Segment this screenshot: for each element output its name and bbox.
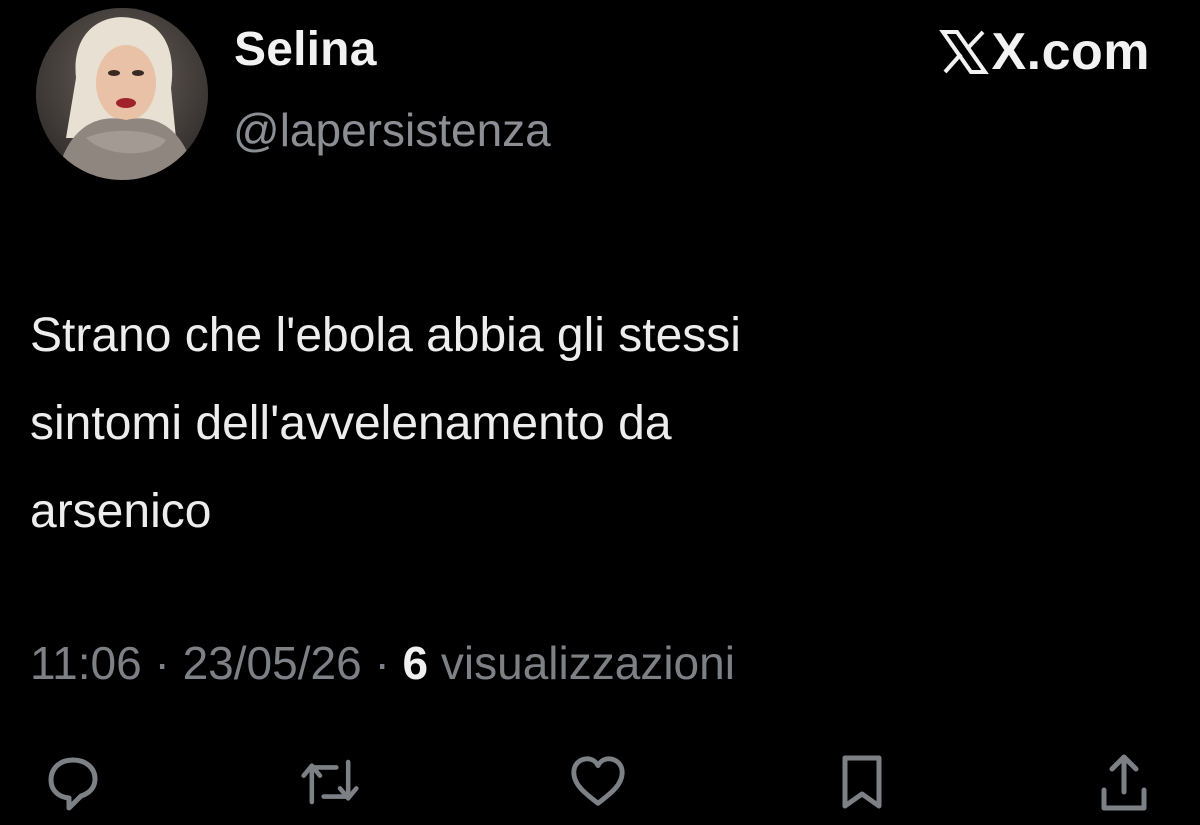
tweet-text: Strano che l'ebola abbia gli stessi sint… bbox=[30, 292, 1150, 556]
tweet-text-line: Strano che l'ebola abbia gli stessi bbox=[30, 309, 741, 362]
tweet-text-line: arsenico bbox=[30, 485, 212, 538]
meta-separator: · bbox=[374, 637, 390, 689]
tweet-date[interactable]: 23/05/26 bbox=[183, 637, 362, 689]
like-button[interactable] bbox=[568, 752, 628, 816]
tweet-metadata: 11:06 · 23/05/26 · 6 visualizzazioni bbox=[30, 636, 735, 690]
display-name[interactable]: Selina bbox=[234, 22, 377, 77]
reply-button[interactable] bbox=[43, 752, 103, 816]
bookmark-button[interactable] bbox=[832, 752, 892, 816]
avatar[interactable] bbox=[36, 8, 208, 180]
share-button[interactable] bbox=[1094, 752, 1154, 816]
reply-icon bbox=[48, 757, 98, 811]
username-handle[interactable]: @lapersistenza bbox=[233, 103, 551, 157]
share-icon bbox=[1101, 754, 1147, 811]
tweet-card: Selina @lapersistenza X.com Strano che l… bbox=[0, 0, 1200, 825]
action-bar bbox=[0, 752, 1200, 825]
site-badge: X.com bbox=[939, 22, 1150, 82]
retweet-icon bbox=[301, 759, 359, 805]
retweet-button[interactable] bbox=[300, 752, 360, 816]
tweet-time[interactable]: 11:06 bbox=[30, 637, 142, 689]
tweet-text-line: sintomi dell'avvelenamento da bbox=[30, 397, 672, 450]
meta-separator: · bbox=[154, 637, 170, 689]
views-count: 6 bbox=[402, 637, 429, 689]
x-logo-icon bbox=[939, 30, 990, 74]
bookmark-icon bbox=[842, 755, 882, 809]
views-label: visualizzazioni bbox=[440, 637, 735, 689]
like-icon bbox=[571, 756, 625, 806]
site-text: X.com bbox=[991, 23, 1150, 81]
